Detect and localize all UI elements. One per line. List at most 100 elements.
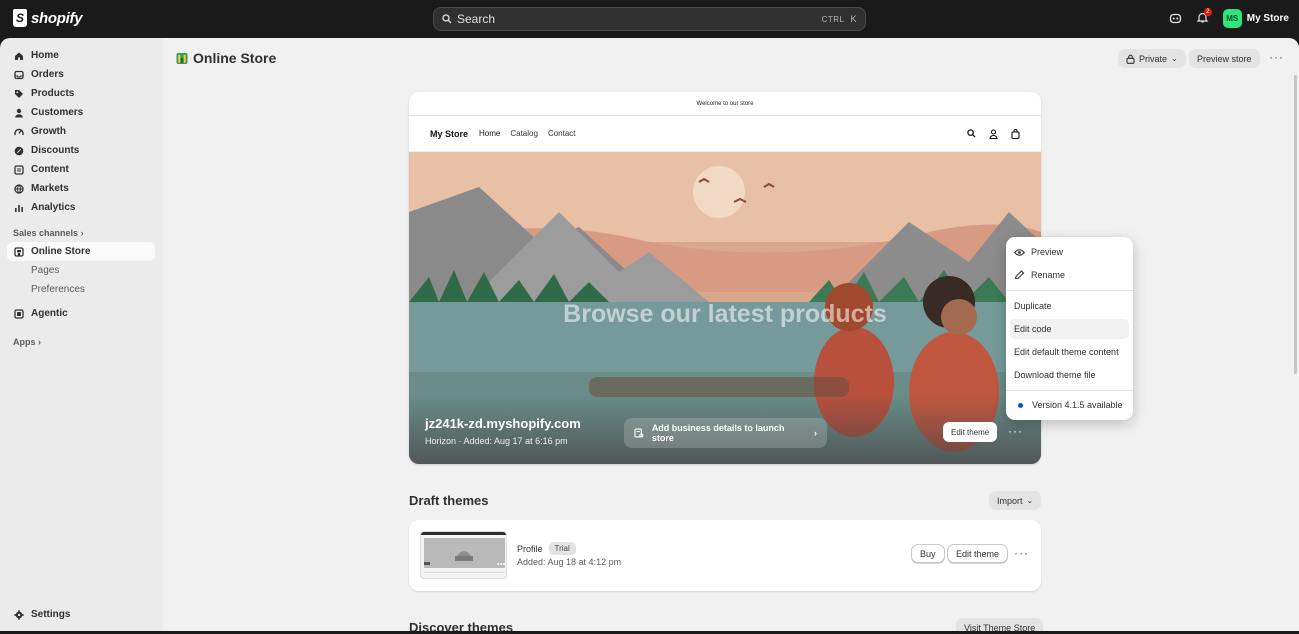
draft-theme-card: Profile Trial Added: Aug 18 at 4:12 pm B…	[409, 520, 1041, 591]
sidebar-item-analytics[interactable]: Analytics	[7, 198, 155, 217]
update-dot-icon	[1018, 402, 1023, 408]
home-icon	[14, 51, 24, 61]
theme-actions-icon[interactable]: ···	[1008, 424, 1023, 438]
sidebar-item-content[interactable]: Content	[7, 160, 155, 179]
discover-themes-heading: Discover themes	[409, 620, 514, 631]
launch-store-banner[interactable]: Add business details to launch store ›	[624, 418, 827, 448]
sidebar: Home Orders Products Customers Growth Di…	[0, 38, 163, 631]
sidebar-item-markets[interactable]: Markets	[7, 179, 155, 198]
sidebar-item-label: Home	[31, 50, 59, 61]
edit-theme-button[interactable]: Edit theme	[943, 422, 998, 442]
store-menu-button[interactable]: MS My Store	[1222, 9, 1289, 28]
visibility-private-button[interactable]: Private ⌄	[1118, 49, 1186, 68]
sidebar-item-label: Settings	[31, 609, 71, 620]
sales-channels-heading[interactable]: Sales channels ›	[13, 228, 84, 238]
store-preview-brand: My Store	[430, 128, 469, 139]
sidebar-item-label: Customers	[31, 107, 84, 118]
hero-banner: Browse our latest products jz241k-zd.mys…	[409, 152, 1041, 464]
page-title-text: Online Store	[193, 50, 277, 66]
chevron-right-icon: ›	[38, 337, 42, 347]
sidebar-item-label: Growth	[31, 126, 66, 137]
sidebar-item-label: Analytics	[31, 202, 76, 213]
store-preview-link-contact: Contact	[547, 129, 576, 138]
sidebar-item-discounts[interactable]: Discounts	[7, 141, 155, 160]
menu-divider	[1006, 290, 1133, 291]
sidebar-item-orders[interactable]: Orders	[7, 65, 155, 84]
import-label: Import	[997, 495, 1023, 506]
notifications-button[interactable]: 2	[1196, 7, 1212, 27]
sidebar-item-label: Online Store	[31, 246, 91, 257]
eye-icon	[1014, 248, 1025, 256]
draft-theme-name-row: Profile Trial	[517, 542, 576, 555]
private-label: Private	[1139, 53, 1168, 64]
store-domain: jz241k-zd.myshopify.com	[425, 416, 581, 431]
store-preview-link-home: Home	[479, 129, 501, 138]
sidebar-item-pages[interactable]: Pages	[31, 265, 59, 276]
shopify-logo[interactable]: shopify	[13, 9, 83, 27]
menu-item-edit-code[interactable]: Edit code	[1010, 319, 1129, 339]
logo-text: shopify	[31, 9, 83, 27]
discount-icon	[14, 146, 24, 156]
menu-item-version-label: Version 4.1.5 available	[1032, 400, 1123, 410]
menu-item-rename[interactable]: Rename	[1010, 265, 1129, 285]
thumbnail-illustration	[421, 532, 506, 578]
announcement-bar: Welcome to our store	[409, 92, 1041, 116]
sidebar-item-label: Content	[31, 164, 69, 175]
menu-item-edit-default-content[interactable]: Edit default theme content	[1010, 342, 1129, 362]
sidebar-item-preferences[interactable]: Preferences	[31, 284, 85, 295]
current-theme-card: Welcome to our store My Store Home Catal…	[409, 92, 1041, 464]
tag-icon	[14, 89, 24, 99]
store-preview-header: My Store Home Catalog Contact	[409, 116, 1041, 152]
globe-icon	[14, 183, 24, 194]
menu-item-rename-label: Rename	[1031, 270, 1066, 280]
draft-edit-theme-button[interactable]: Edit theme	[947, 544, 1009, 563]
chevron-down-icon: ⌄	[1026, 496, 1034, 505]
shortcut-k: K	[850, 14, 857, 24]
buy-theme-button[interactable]: Buy	[911, 544, 945, 563]
sidebar-item-label: Agentic	[31, 308, 68, 319]
sidebar-item-growth[interactable]: Growth	[7, 122, 155, 141]
draft-actions-icon[interactable]: ···	[1014, 546, 1029, 560]
apps-heading[interactable]: Apps ›	[13, 337, 41, 347]
chevron-down-icon: ⌄	[1171, 54, 1178, 63]
draft-theme-name: Profile	[517, 543, 543, 554]
sidebar-item-label: Discounts	[31, 145, 80, 156]
search-icon	[967, 128, 976, 138]
sidebar-item-label: Orders	[31, 69, 64, 80]
search-bar[interactable]: Search CTRL K	[433, 7, 866, 31]
preview-store-button[interactable]: Preview store	[1189, 49, 1260, 68]
sidebar-item-settings[interactable]: Settings	[7, 605, 155, 624]
menu-item-download-theme[interactable]: Download theme file	[1010, 365, 1129, 385]
theme-actions-menu: Preview Rename Duplicate Edit code Edit …	[1006, 237, 1133, 420]
more-actions-icon[interactable]: ···	[1269, 50, 1284, 64]
import-theme-button[interactable]: Import ⌄	[989, 491, 1042, 510]
inbox-icon	[14, 70, 24, 80]
bar-chart-icon	[14, 203, 24, 213]
sidebar-item-products[interactable]: Products	[7, 84, 155, 103]
top-bar: shopify Search CTRL K 2 MS My Store	[0, 0, 1299, 38]
menu-divider	[1006, 390, 1133, 391]
scrollbar[interactable]	[1294, 75, 1297, 374]
store-preview-link-catalog: Catalog	[510, 129, 538, 138]
sidebar-item-online-store[interactable]: Online Store	[7, 242, 155, 261]
visit-theme-store-button[interactable]: Visit Theme Store	[956, 618, 1044, 631]
shopify-bag-icon	[13, 9, 27, 27]
sidebar-item-agentic[interactable]: Agentic	[7, 304, 155, 323]
chevron-right-icon: ›	[814, 428, 817, 438]
search-icon	[442, 14, 452, 24]
avatar: MS	[1222, 9, 1242, 28]
theme-meta: Horizon · Added: Aug 17 at 6:16 pm	[425, 436, 568, 446]
cart-icon	[1011, 128, 1020, 139]
sidekick-icon[interactable]	[1169, 12, 1182, 25]
menu-item-duplicate[interactable]: Duplicate	[1010, 296, 1129, 316]
sidebar-item-customers[interactable]: Customers	[7, 103, 155, 122]
storefront-icon	[14, 246, 24, 257]
draft-theme-date: Added: Aug 18 at 4:12 pm	[517, 557, 622, 567]
menu-item-version-update[interactable]: Version 4.1.5 available	[1010, 395, 1129, 415]
gauge-icon	[14, 127, 24, 137]
lock-icon	[1126, 54, 1135, 64]
menu-item-preview[interactable]: Preview	[1010, 242, 1129, 262]
sidebar-item-home[interactable]: Home	[7, 46, 155, 65]
hero-title: Browse our latest products	[563, 300, 887, 328]
draft-theme-thumbnail[interactable]	[420, 531, 507, 579]
